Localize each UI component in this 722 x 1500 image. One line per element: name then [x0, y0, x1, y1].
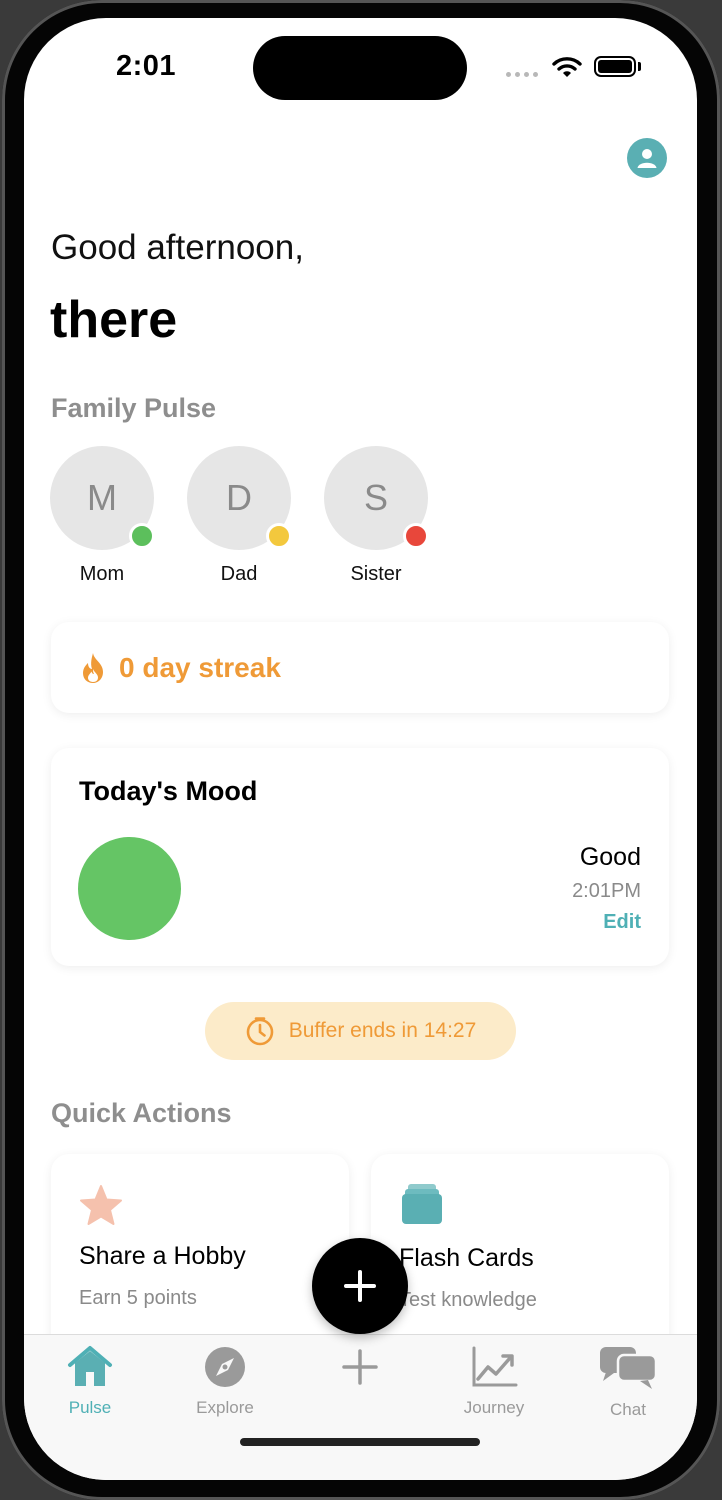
- buffer-timer-pill: Buffer ends in 14:27: [205, 1002, 516, 1060]
- tab-label: Journey: [463, 1398, 525, 1417]
- family-member-sister[interactable]: S Sister: [324, 446, 429, 586]
- status-time: 2:01: [116, 50, 177, 82]
- quick-action-subtitle: Earn 5 points: [79, 1287, 197, 1309]
- tab-label: Explore: [196, 1398, 254, 1417]
- family-member-mom[interactable]: M Mom: [50, 446, 155, 586]
- plus-icon: [342, 1349, 378, 1385]
- home-indicator: [240, 1438, 480, 1446]
- tab-label: Chat: [610, 1400, 646, 1419]
- quick-action-title: Flash Cards: [399, 1244, 534, 1272]
- mood-edit-button[interactable]: Edit: [603, 911, 641, 934]
- streak-card[interactable]: 0 day streak: [51, 622, 669, 713]
- avatar: D: [187, 446, 292, 550]
- greeting-text: Good afternoon,: [51, 228, 304, 267]
- member-label: Mom: [79, 563, 125, 585]
- quick-action-flash-cards[interactable]: Flash Cards Test knowledge: [371, 1154, 669, 1354]
- cards-icon: [402, 1184, 442, 1224]
- add-fab-button[interactable]: [312, 1238, 408, 1334]
- family-member-dad[interactable]: D Dad: [187, 446, 292, 586]
- tab-add[interactable]: [305, 1345, 415, 1398]
- avatar: S: [324, 446, 429, 550]
- mood-indicator: [78, 837, 181, 940]
- star-icon: [80, 1185, 122, 1225]
- profile-button[interactable]: [627, 138, 667, 178]
- tab-journey[interactable]: Journey: [439, 1345, 549, 1418]
- cellular-signal-icon: [506, 72, 538, 77]
- tab-label: Pulse: [68, 1398, 112, 1417]
- tab-bar: Pulse Explore Journey Chat: [24, 1334, 697, 1480]
- mood-label: Good: [579, 843, 641, 871]
- mood-title: Today's Mood: [79, 776, 258, 806]
- wifi-icon: [552, 57, 582, 77]
- battery-icon: [594, 56, 636, 77]
- buffer-text: Buffer ends in 14:27: [288, 1019, 477, 1042]
- person-icon: [637, 149, 657, 168]
- plus-icon: [344, 1270, 376, 1302]
- quick-actions-title: Quick Actions: [51, 1098, 232, 1128]
- todays-mood-card: Today's Mood Good 2:01PM Edit: [51, 748, 669, 966]
- battery-tip: [638, 62, 641, 71]
- tab-explore[interactable]: Explore: [170, 1345, 280, 1418]
- timer-icon: [246, 1017, 274, 1046]
- chat-icon: [600, 1347, 658, 1389]
- quick-action-subtitle: Test knowledge: [399, 1289, 537, 1311]
- status-dot: [266, 523, 292, 549]
- home-icon: [68, 1346, 112, 1386]
- dynamic-island: [253, 36, 467, 100]
- family-pulse-title: Family Pulse: [51, 393, 217, 423]
- chart-icon: [472, 1346, 518, 1387]
- tab-pulse[interactable]: Pulse: [35, 1345, 145, 1418]
- avatar-initial: S: [363, 477, 388, 518]
- status-dot: [403, 523, 429, 549]
- flame-icon: [83, 652, 103, 683]
- member-label: Dad: [220, 563, 258, 585]
- compass-icon: [205, 1347, 245, 1387]
- quick-action-title: Share a Hobby: [79, 1242, 246, 1270]
- avatar: M: [50, 446, 155, 550]
- member-label: Sister: [350, 563, 402, 585]
- quick-action-share-hobby[interactable]: Share a Hobby Earn 5 points: [51, 1154, 349, 1354]
- status-dot: [129, 523, 155, 549]
- app-screen: 2:01 Good afternoon, there Family Pulse …: [24, 18, 697, 1480]
- avatar-initial: M: [87, 477, 117, 518]
- tab-chat[interactable]: Chat: [573, 1345, 683, 1420]
- user-name: there: [50, 291, 178, 349]
- avatar-initial: D: [226, 477, 252, 518]
- mood-time: 2:01PM: [572, 880, 641, 902]
- streak-text: 0 day streak: [119, 651, 281, 683]
